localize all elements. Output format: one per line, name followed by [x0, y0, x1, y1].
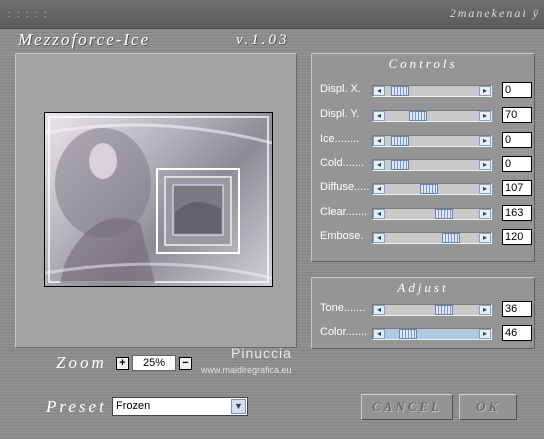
- slider-label: Diffuse.....: [320, 181, 370, 193]
- slider-right-arrow-icon[interactable]: ▸: [479, 111, 491, 121]
- slider-diffuse: Diffuse..... ◂ ▸ 107: [320, 180, 532, 196]
- slider-thumb[interactable]: [399, 329, 417, 339]
- slider-label: Displ. X.: [320, 83, 361, 95]
- ok-button[interactable]: OK: [459, 394, 517, 420]
- chevron-down-icon[interactable]: ▼: [231, 399, 246, 414]
- slider-cold: Cold....... ◂ ▸ 0: [320, 156, 532, 172]
- vendor-name: 2manekenai ÿ: [449, 6, 540, 20]
- plugin-title: Mezzoforce-Ice: [18, 30, 151, 49]
- slider-label: Ice........: [320, 133, 360, 145]
- slider-thumb[interactable]: [409, 111, 427, 121]
- slider-right-arrow-icon[interactable]: ▸: [479, 329, 491, 339]
- slider-thumb[interactable]: [435, 305, 453, 315]
- cold-field[interactable]: 0: [502, 156, 532, 172]
- slider-track[interactable]: ◂ ▸: [372, 135, 492, 147]
- diffuse-field[interactable]: 107: [502, 180, 532, 196]
- color-field[interactable]: 46: [502, 325, 532, 341]
- slider-right-arrow-icon[interactable]: ▸: [479, 209, 491, 219]
- slider-thumb[interactable]: [391, 160, 409, 170]
- slider-left-arrow-icon[interactable]: ◂: [373, 136, 385, 146]
- slider-thumb[interactable]: [391, 86, 409, 96]
- slider-color: Color....... ◂ ▸ 46: [320, 325, 532, 341]
- slider-label: Tone.......: [320, 302, 366, 314]
- slider-displ-x: Displ. X. ◂ ▸ 0: [320, 82, 532, 98]
- zoom-in-button[interactable]: +: [116, 357, 129, 370]
- slider-right-arrow-icon[interactable]: ▸: [479, 233, 491, 243]
- slider-left-arrow-icon[interactable]: ◂: [373, 233, 385, 243]
- slider-left-arrow-icon[interactable]: ◂: [373, 209, 385, 219]
- slider-right-arrow-icon[interactable]: ▸: [479, 305, 491, 315]
- preview-artwork: [44, 116, 273, 283]
- slider-right-arrow-icon[interactable]: ▸: [479, 184, 491, 194]
- watermark-name: Pinuccia: [231, 345, 292, 361]
- plugin-version: v.1.03: [236, 32, 290, 48]
- preset-label: Preset: [46, 397, 107, 416]
- drag-grip-icon[interactable]: : : : : :: [8, 9, 49, 19]
- title-bar: : : : : : 2manekenai ÿ: [0, 0, 544, 29]
- controls-panel: Controls Displ. X. ◂ ▸ 0 Displ. Y. ◂ ▸ 7…: [311, 53, 535, 262]
- slider-left-arrow-icon[interactable]: ◂: [373, 184, 385, 194]
- slider-thumb[interactable]: [420, 184, 438, 194]
- slider-ice: Ice........ ◂ ▸ 0: [320, 132, 532, 148]
- slider-label: Cold.......: [320, 157, 365, 169]
- slider-track[interactable]: ◂ ▸: [372, 304, 492, 316]
- tone-field[interactable]: 36: [502, 301, 532, 317]
- slider-thumb[interactable]: [391, 136, 409, 146]
- adjust-title: Adjust: [397, 280, 449, 295]
- slider-label: Clear.......: [320, 206, 368, 218]
- slider-label: Displ. Y.: [320, 108, 360, 120]
- slider-embose: Embose. ◂ ▸ 120: [320, 229, 532, 245]
- slider-left-arrow-icon[interactable]: ◂: [373, 329, 385, 339]
- slider-right-arrow-icon[interactable]: ▸: [479, 86, 491, 96]
- slider-track[interactable]: ◂ ▸: [372, 85, 492, 97]
- slider-track[interactable]: ◂ ▸: [372, 110, 492, 122]
- slider-thumb[interactable]: [435, 209, 453, 219]
- slider-left-arrow-icon[interactable]: ◂: [373, 160, 385, 170]
- zoom-out-button[interactable]: −: [179, 357, 192, 370]
- zoom-value: 25%: [132, 355, 176, 371]
- slider-thumb[interactable]: [442, 233, 460, 243]
- slider-left-arrow-icon[interactable]: ◂: [373, 111, 385, 121]
- slider-track[interactable]: ◂ ▸: [372, 232, 492, 244]
- slider-tone: Tone....... ◂ ▸ 36: [320, 301, 532, 317]
- slider-right-arrow-icon[interactable]: ▸: [479, 160, 491, 170]
- slider-label: Embose.: [320, 230, 364, 242]
- slider-clear: Clear....... ◂ ▸ 163: [320, 205, 532, 221]
- ice-field[interactable]: 0: [502, 132, 532, 148]
- slider-track[interactable]: ◂ ▸: [372, 183, 492, 195]
- slider-track[interactable]: ◂ ▸: [372, 159, 492, 171]
- slider-left-arrow-icon[interactable]: ◂: [373, 86, 385, 96]
- displ-y-field[interactable]: 70: [502, 107, 532, 123]
- clear-field[interactable]: 163: [502, 205, 532, 221]
- zoom-label: Zoom: [56, 353, 107, 372]
- preset-selected-value: Frozen: [116, 400, 151, 412]
- adjust-panel: Adjust Tone....... ◂ ▸ 36 Color....... ◂…: [311, 277, 535, 349]
- cancel-button[interactable]: CANCEL: [361, 394, 453, 420]
- slider-label: Color.......: [320, 326, 368, 338]
- preview-panel: [15, 53, 297, 348]
- slider-track[interactable]: ◂ ▸: [372, 208, 492, 220]
- slider-right-arrow-icon[interactable]: ▸: [479, 136, 491, 146]
- displ-x-field[interactable]: 0: [502, 82, 532, 98]
- preview-image[interactable]: [44, 112, 273, 287]
- slider-left-arrow-icon[interactable]: ◂: [373, 305, 385, 315]
- slider-track[interactable]: ◂ ▸: [372, 328, 492, 340]
- embose-field[interactable]: 120: [502, 229, 532, 245]
- controls-title: Controls: [388, 56, 458, 71]
- slider-displ-y: Displ. Y. ◂ ▸ 70: [320, 107, 532, 123]
- preset-dropdown[interactable]: Frozen ▼: [112, 397, 248, 416]
- watermark-url: www.maidiregrafica.eu: [201, 365, 292, 375]
